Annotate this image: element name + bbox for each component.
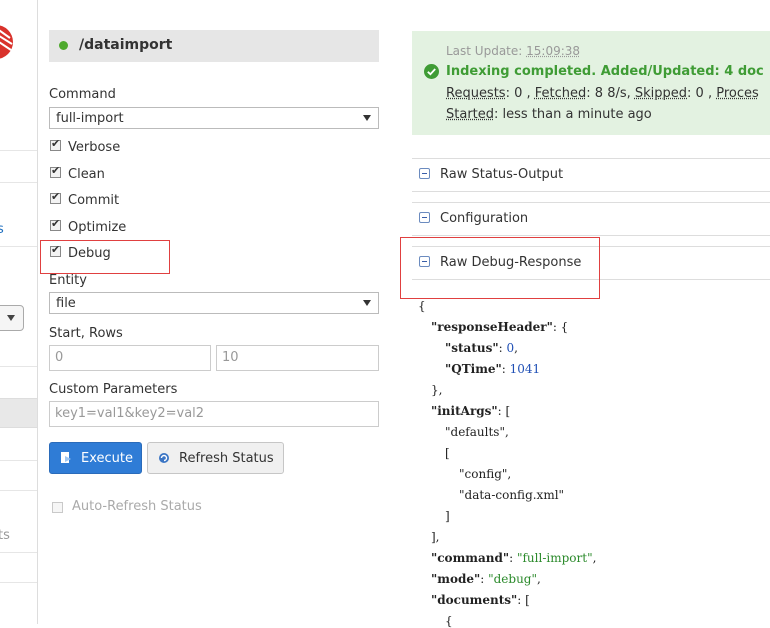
code-key: "responseHeader"	[431, 320, 553, 334]
code-key: "initArgs"	[431, 404, 498, 418]
code-line: "responseHeader": {	[431, 320, 568, 334]
command-select[interactable]: full-import	[49, 107, 379, 129]
entity-label: Entity	[49, 273, 87, 288]
raw-debug-highlight-box	[400, 237, 600, 299]
code-line: "command": "full-import",	[431, 551, 596, 565]
chevron-down-icon	[7, 315, 15, 321]
code-string: "full-import"	[517, 551, 593, 565]
refresh-status-label: Refresh Status	[179, 451, 274, 466]
auto-refresh-checkbox[interactable]	[52, 502, 63, 513]
code-key: "status"	[445, 341, 499, 355]
verbose-checkbox[interactable]	[50, 140, 61, 151]
code-punct: : [	[498, 404, 511, 418]
fetched-value: : 8 8/s,	[586, 86, 635, 101]
code-punct: :	[480, 572, 488, 586]
code-key: "mode"	[431, 572, 480, 586]
code-key: "QTime"	[445, 362, 502, 376]
code-punct: ,	[593, 551, 597, 565]
fetched-label: Fetched	[535, 86, 587, 101]
code-punct: ,	[514, 341, 518, 355]
clean-label: Clean	[68, 167, 105, 182]
debug-highlight-box	[40, 240, 170, 274]
last-update-label: Last Update:	[446, 44, 522, 58]
nav-item-selected[interactable]	[0, 398, 37, 428]
nav-fragment-1[interactable]: s	[0, 222, 4, 237]
raw-status-output-label: Raw Status-Output	[440, 167, 563, 182]
code-line: "QTime": 1041	[445, 362, 540, 376]
core-selector[interactable]	[0, 305, 24, 331]
document-play-icon	[60, 452, 72, 464]
requests-value: : 0 ,	[506, 86, 535, 101]
refresh-status-button[interactable]: Refresh Status	[147, 442, 284, 474]
status-dot-icon	[59, 41, 68, 50]
start-rows-label: Start, Rows	[49, 326, 123, 341]
code-key: "command"	[431, 551, 509, 565]
solr-logo-icon[interactable]	[0, 22, 14, 62]
custom-params-input[interactable]: key1=val1&key2=val2	[49, 401, 379, 427]
started-value: : less than a minute ago	[494, 107, 652, 122]
chevron-down-icon	[363, 300, 371, 306]
nav-fragment-2[interactable]: ts	[0, 528, 10, 543]
code-line: "data-config.xml"	[459, 488, 564, 502]
execute-label: Execute	[81, 451, 133, 466]
code-punct: : [	[517, 593, 530, 607]
configuration-section[interactable]: Configuration	[412, 202, 770, 236]
status-box: Last Update: 15:09:38 Indexing completed…	[412, 31, 770, 135]
chevron-down-icon	[363, 115, 371, 121]
command-label: Command	[49, 87, 116, 102]
code-punct: :	[509, 551, 517, 565]
configuration-label: Configuration	[440, 211, 528, 226]
code-line: "status": 0,	[445, 341, 518, 355]
optimize-label: Optimize	[68, 220, 126, 235]
refresh-icon	[158, 452, 170, 464]
code-line: {	[418, 299, 426, 313]
check-circle-icon	[424, 64, 439, 79]
left-nav: s ts	[0, 0, 38, 624]
started-label: Started	[446, 107, 494, 122]
optimize-checkbox[interactable]	[50, 220, 61, 231]
code-line: "documents": [	[431, 593, 530, 607]
clean-checkbox[interactable]	[50, 167, 61, 178]
raw-status-output-section[interactable]: Raw Status-Output	[412, 158, 770, 192]
code-line: ],	[431, 530, 440, 544]
custom-params-label: Custom Parameters	[49, 382, 177, 397]
requests-label: Requests	[446, 86, 506, 101]
code-line: [	[445, 446, 450, 460]
code-punct: ,	[537, 572, 541, 586]
dataimport-header: /dataimport	[49, 30, 379, 62]
code-punct: : {	[553, 320, 569, 334]
code-number: 1041	[510, 362, 541, 376]
skipped-value: : 0 ,	[687, 86, 716, 101]
rows-input[interactable]: 10	[216, 345, 379, 371]
commit-checkbox[interactable]	[50, 193, 61, 204]
verbose-label: Verbose	[68, 140, 120, 155]
auto-refresh-label: Auto-Refresh Status	[72, 499, 202, 514]
collapse-icon	[419, 168, 430, 179]
start-input[interactable]: 0	[49, 345, 211, 371]
commit-label: Commit	[68, 193, 119, 208]
entity-select[interactable]: file	[49, 292, 379, 314]
skipped-label: Skipped	[635, 86, 687, 101]
code-number: 0	[506, 341, 514, 355]
code-punct: :	[502, 362, 510, 376]
status-message: Indexing completed. Added/Updated: 4 doc	[446, 64, 764, 79]
panel-title: /dataimport	[79, 37, 172, 53]
code-key: "documents"	[431, 593, 517, 607]
code-line: ]	[445, 509, 450, 523]
collapse-icon	[419, 212, 430, 223]
entity-selected-value: file	[56, 296, 76, 311]
code-line: {	[445, 614, 453, 628]
code-line: "config",	[459, 467, 511, 481]
code-string: "debug"	[488, 572, 537, 586]
code-line: "mode": "debug",	[431, 572, 541, 586]
code-line: "defaults",	[445, 425, 509, 439]
last-update-time: 15:09:38	[526, 44, 580, 58]
command-selected-value: full-import	[56, 111, 124, 126]
code-line: "initArgs": [	[431, 404, 510, 418]
processed-label: Proces	[716, 86, 759, 101]
code-line: },	[431, 383, 442, 397]
execute-button[interactable]: Execute	[49, 442, 142, 474]
